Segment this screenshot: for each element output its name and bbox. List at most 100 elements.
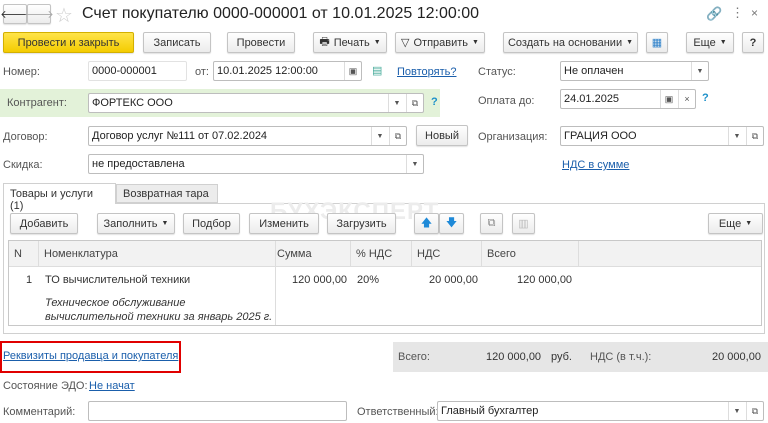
- contract-input[interactable]: Договор услуг №111 от 07.02.2024 ▼ ⧉: [88, 126, 407, 146]
- row-sum: 120 000,00: [292, 274, 348, 286]
- date-input[interactable]: 10.01.2025 12:00:00 ▣: [213, 61, 362, 81]
- chevron-down-icon[interactable]: ▼: [691, 62, 708, 80]
- table-header: N Номенклатура Сумма % НДС НДС Всего: [9, 241, 761, 267]
- organization-value: ГРАЦИЯ ООО: [564, 130, 637, 142]
- help-button[interactable]: ?: [742, 32, 764, 53]
- more-button[interactable]: Еще ▼: [686, 32, 734, 53]
- chevron-down-icon[interactable]: ▼: [406, 155, 423, 173]
- repeat-icon[interactable]: ▤: [372, 64, 382, 77]
- more-vertical-icon[interactable]: ⋮: [731, 5, 744, 21]
- create-based-label: Создать на основании: [507, 36, 623, 49]
- forward-button[interactable]: 🡒: [24, 4, 54, 24]
- col-sum[interactable]: Сумма: [276, 241, 351, 267]
- row-item: ТО вычислительной техники: [45, 274, 191, 286]
- vat-included-link[interactable]: НДС в сумме: [562, 159, 629, 171]
- open-icon[interactable]: ⧉: [406, 94, 423, 112]
- goods-table: N Номенклатура Сумма % НДС НДС Всего 1 Т…: [8, 240, 762, 326]
- tab-returnable-packaging[interactable]: Возвратная тара: [116, 184, 218, 203]
- discount-value: не предоставлена: [92, 158, 185, 170]
- column-divider: [275, 267, 276, 325]
- pay-until-help[interactable]: ?: [702, 92, 709, 104]
- copy-button[interactable]: ⧉: [480, 213, 503, 234]
- chevron-down-icon[interactable]: ▼: [728, 402, 745, 420]
- copy-icon: ⧉: [487, 217, 496, 229]
- more-label: Еще: [693, 36, 716, 49]
- paste-button[interactable]: ▥: [512, 213, 535, 234]
- open-icon[interactable]: ⧉: [746, 127, 763, 145]
- save-button[interactable]: Записать: [143, 32, 211, 53]
- fill-label: Заполнить: [103, 217, 158, 230]
- organization-label: Организация:: [478, 131, 548, 143]
- chevron-down-icon[interactable]: ▼: [728, 127, 745, 145]
- seller-buyer-details-link[interactable]: Реквизиты продавца и покупателя: [3, 350, 178, 362]
- currency: руб.: [551, 351, 572, 363]
- repeat-link[interactable]: Повторять?: [397, 66, 457, 78]
- pay-until-input[interactable]: 24.01.2025 ▣ ×: [560, 89, 696, 109]
- link-icon[interactable]: 🔗: [706, 6, 722, 22]
- chevron-down-icon: ▼: [373, 39, 381, 46]
- col-item[interactable]: Номенклатура: [39, 241, 276, 267]
- edo-label: Состояние ЭДО:: [3, 380, 88, 392]
- printer-icon: 🖶: [319, 36, 330, 48]
- table-row[interactable]: 1 ТО вычислительной техники Техническое …: [9, 267, 761, 325]
- status-select[interactable]: Не оплачен ▼: [560, 61, 709, 81]
- chevron-down-icon: ▼: [719, 39, 727, 46]
- col-vat[interactable]: НДС: [412, 241, 482, 267]
- open-icon[interactable]: ⧉: [389, 127, 406, 145]
- discount-select[interactable]: не предоставлена ▼: [88, 154, 424, 174]
- contractor-value: ФОРТЕКС ООО: [92, 97, 173, 109]
- col-n[interactable]: N: [9, 241, 39, 267]
- clear-icon[interactable]: ×: [678, 90, 695, 108]
- structure-icon: ▦: [651, 37, 663, 49]
- number-input[interactable]: 0000-000001: [88, 61, 187, 81]
- send-button[interactable]: ▽ Отправить ▼: [395, 32, 485, 53]
- tab-goods-services[interactable]: Товары и услуги (1): [3, 183, 116, 212]
- discount-label: Скидка:: [3, 159, 43, 171]
- print-button[interactable]: 🖶 Печать ▼: [313, 32, 387, 53]
- row-description-2: вычислительной техники за январь 2025 г.: [45, 311, 273, 323]
- comment-input[interactable]: [88, 401, 347, 421]
- total-value: 120 000,00: [486, 351, 542, 363]
- calendar-icon[interactable]: ▣: [660, 90, 677, 108]
- pay-until-label: Оплата до:: [478, 95, 535, 107]
- contractor-label: Контрагент:: [7, 97, 67, 109]
- organization-input[interactable]: ГРАЦИЯ ООО ▼ ⧉: [560, 126, 764, 146]
- col-vat-rate[interactable]: % НДС: [351, 241, 412, 267]
- load-button[interactable]: Загрузить: [327, 213, 396, 234]
- contract-value: Договор услуг №111 от 07.02.2024: [92, 130, 268, 142]
- post-and-close-button[interactable]: Провести и закрыть: [3, 32, 134, 53]
- print-label: Печать: [333, 36, 370, 49]
- col-total[interactable]: Всего: [482, 241, 579, 267]
- selection-button[interactable]: Подбор: [183, 213, 240, 234]
- row-vat-rate: 20%: [357, 274, 380, 286]
- chevron-down-icon[interactable]: ▼: [388, 94, 405, 112]
- new-contract-button[interactable]: Новый: [416, 125, 468, 146]
- table-more-label: Еще: [718, 217, 742, 230]
- chevron-down-icon[interactable]: ▼: [371, 127, 388, 145]
- arrow-down-icon: 🡇: [445, 217, 458, 229]
- close-icon[interactable]: ×: [751, 6, 758, 20]
- calendar-icon[interactable]: ▣: [344, 62, 361, 80]
- chevron-down-icon: ▼: [161, 220, 169, 227]
- star-icon[interactable]: ☆: [55, 3, 73, 28]
- send-label: Отправить: [413, 36, 469, 49]
- responsible-label: Ответственный:: [357, 406, 439, 418]
- contractor-help[interactable]: ?: [431, 96, 438, 108]
- fill-button[interactable]: Заполнить ▼: [97, 213, 175, 234]
- edit-button[interactable]: Изменить: [249, 213, 319, 234]
- responsible-input[interactable]: Главный бухгалтер ▼ ⧉: [437, 401, 764, 421]
- move-up-button[interactable]: 🡅: [414, 213, 439, 234]
- status-label: Статус:: [478, 66, 516, 78]
- contractor-input[interactable]: ФОРТЕКС ООО ▼ ⧉: [88, 93, 424, 113]
- create-based-on-button[interactable]: Создать на основании ▼: [503, 32, 638, 53]
- arrow-up-icon: 🡅: [420, 217, 433, 229]
- send-icon: ▽: [401, 37, 410, 49]
- table-more-button[interactable]: Еще ▼: [708, 213, 763, 234]
- open-icon[interactable]: ⧉: [746, 402, 763, 420]
- post-button[interactable]: Провести: [227, 32, 295, 53]
- comment-label: Комментарий:: [3, 406, 76, 418]
- move-down-button[interactable]: 🡇: [439, 213, 464, 234]
- structure-button[interactable]: ▦: [646, 32, 668, 53]
- edo-status-link[interactable]: Не начат: [89, 380, 135, 392]
- add-button[interactable]: Добавить: [10, 213, 78, 234]
